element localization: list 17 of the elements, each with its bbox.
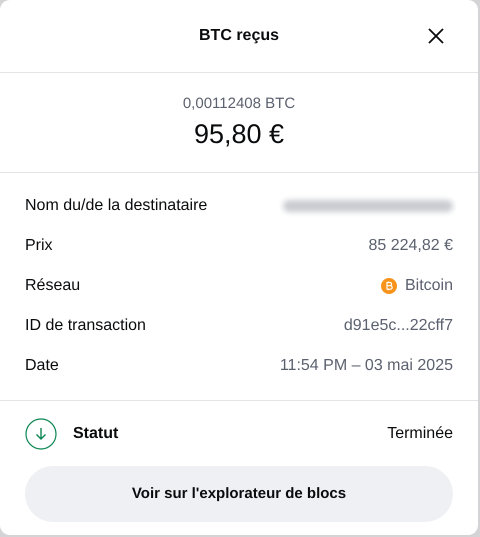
detail-label: ID de transaction [25, 316, 146, 336]
detail-label: Réseau [25, 276, 80, 296]
close-button[interactable] [426, 26, 446, 46]
detail-value: Bitcoin [404, 276, 453, 296]
crypto-amount: 0,00112408 BTC [182, 94, 296, 114]
fiat-amount: 95,80 € [194, 118, 284, 151]
detail-value: 85 224,82 € [368, 236, 453, 256]
coin-icon [380, 278, 397, 294]
block-explorer-button[interactable]: Voir sur l'explorateur de blocs [25, 466, 453, 522]
detail-label: Nom du/de la destinataire [25, 196, 208, 216]
detail-label: Date [25, 356, 59, 376]
detail-value: 11:54 PM – 03 mai 2025 [280, 356, 453, 376]
dialog-title: BTC reçus [198, 26, 280, 46]
status-value: Terminée [387, 424, 453, 444]
status-label: Statut [73, 424, 118, 444]
detail-label: Prix [25, 236, 53, 256]
detail-value: d91e5c...22cff7 [344, 316, 453, 336]
